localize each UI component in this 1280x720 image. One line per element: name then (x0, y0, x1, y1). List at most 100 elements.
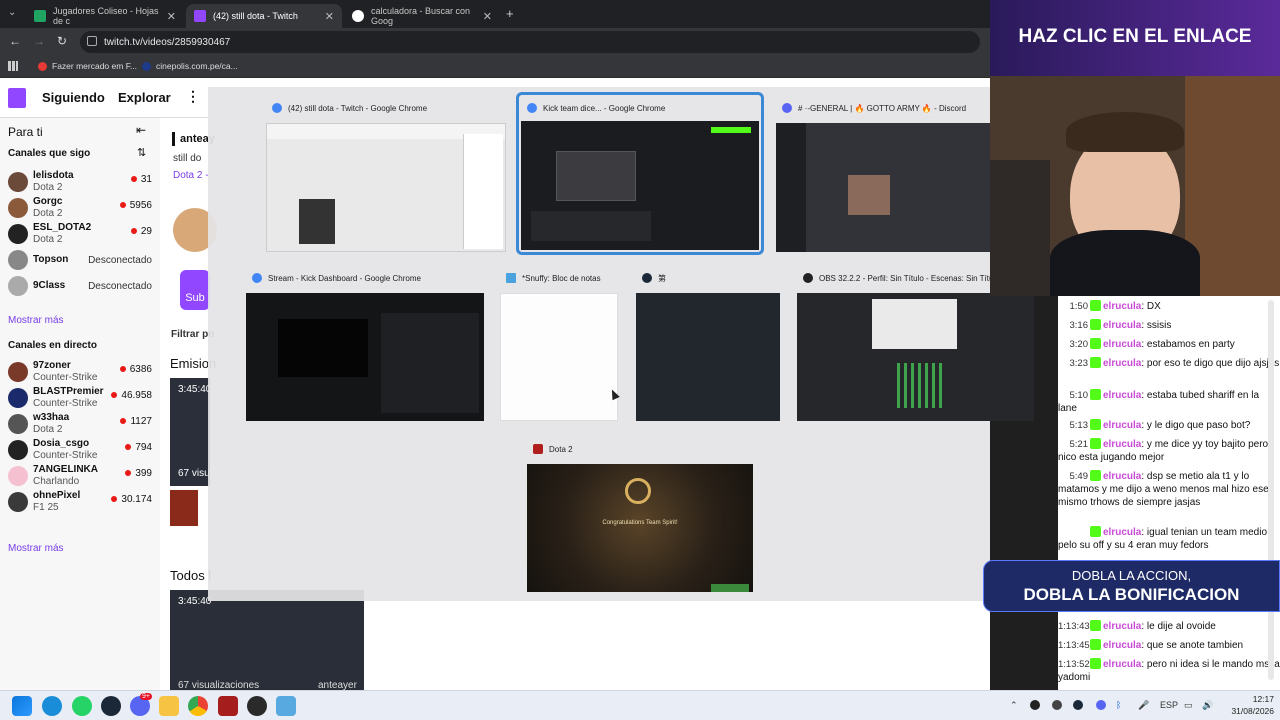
show-more-followed[interactable]: Mostrar más (8, 315, 64, 326)
window-discord[interactable]: # ·-GENERAL | 🔥 GOTTO ARMY 🔥 - Discord (776, 97, 990, 252)
bookmark-mercado[interactable]: Fazer mercado em F... (38, 61, 137, 71)
tray-discord-icon[interactable] (1096, 700, 1106, 710)
chat-timestamp[interactable]: 3:16 (1058, 319, 1090, 332)
microphone-icon[interactable]: 🎤 (1138, 700, 1149, 711)
play-dota-button (711, 584, 749, 592)
chat-timestamp[interactable]: 1:13:45 (1058, 639, 1090, 652)
chat-username[interactable]: elrucula (1103, 471, 1141, 482)
bluetooth-icon[interactable]: ᛒ (1116, 700, 1121, 710)
forward-icon[interactable]: → (33, 34, 45, 48)
sidebar-channel[interactable]: 9Class Desconectado (8, 274, 158, 300)
sidebar-channel[interactable]: Topson Desconectado (8, 248, 158, 274)
nav-browse[interactable]: Explorar (118, 90, 171, 105)
thumb-chat (381, 313, 479, 413)
chat-username[interactable]: elrucula (1103, 358, 1141, 369)
back-icon[interactable]: ← (9, 34, 21, 48)
game-link[interactable]: Dota 2 - (173, 170, 209, 181)
video-thumbnail-small[interactable] (170, 490, 198, 526)
chat-timestamp[interactable]: 1:13:43 (1058, 620, 1090, 633)
clock-time[interactable]: 12:17 (1218, 694, 1274, 704)
chat-username[interactable]: elrucula (1103, 420, 1141, 431)
chat-timestamp[interactable]: 1:50 (1058, 300, 1090, 313)
edge-icon[interactable] (42, 696, 62, 716)
chat-timestamp[interactable]: 1:13:52 (1058, 658, 1090, 671)
sub-badge[interactable]: Sub (180, 270, 210, 310)
window-steam-chat[interactable]: 第 (636, 267, 780, 421)
reload-icon[interactable]: ↻ (57, 34, 67, 48)
network-icon[interactable]: ▭ (1184, 700, 1193, 711)
tab-google[interactable]: calculadora - Buscar con Goog ✕ (344, 4, 500, 28)
apps-grid-icon[interactable] (8, 61, 18, 71)
start-windows-icon[interactable] (12, 696, 32, 716)
chat-username[interactable]: elrucula (1103, 527, 1141, 538)
chat-username[interactable]: elrucula (1103, 320, 1141, 331)
url-input[interactable]: twitch.tv/videos/2859930467 (80, 31, 980, 53)
whatsapp-icon[interactable] (72, 696, 92, 716)
window-notepad[interactable]: *Snuffy: Bloc de notas (500, 267, 618, 421)
notepad-taskbar-icon[interactable] (276, 696, 296, 716)
clock-date[interactable]: 31/08/2026 (1218, 706, 1274, 716)
steam-taskbar-icon[interactable] (101, 696, 121, 716)
sidebar-channel[interactable]: 7ANGELINKA Charlando 399 (8, 464, 158, 490)
steam-icon (642, 273, 652, 283)
chat-text: le dije al ovoide (1146, 621, 1216, 632)
close-icon[interactable]: ✕ (325, 10, 334, 23)
sidebar-channel[interactable]: Dosia_csgo Counter-Strike 794 (8, 438, 158, 464)
chat-scrollbar[interactable] (1268, 300, 1274, 680)
window-kick-dashboard[interactable]: Stream - Kick Dashboard - Google Chrome (246, 267, 484, 421)
chat-username[interactable]: elrucula (1103, 390, 1141, 401)
window-dota2[interactable]: Dota 2 Congratulations Team Spirit! (527, 438, 753, 592)
tray-app-icon[interactable] (1052, 700, 1062, 710)
window-title: 第 (658, 273, 666, 283)
chat-message: 3:20 elrucula: estabamos en party (1058, 338, 1280, 351)
tray-app-icon[interactable] (1030, 700, 1040, 710)
sidebar-channel[interactable]: w33haa Dota 2 1127 (8, 412, 158, 438)
site-info-icon[interactable] (87, 36, 97, 46)
chat-username[interactable]: elrucula (1103, 621, 1141, 632)
sidebar-channel[interactable]: 97zoner Counter-Strike 6386 (8, 360, 158, 386)
bookmark-cinepolis[interactable]: cinepolis.com.pe/ca... (142, 61, 238, 71)
tray-steam-icon[interactable] (1073, 700, 1083, 710)
chat-timestamp[interactable]: 5:13 (1058, 419, 1090, 432)
tab-twitch[interactable]: (42) still dota - Twitch ✕ (186, 4, 342, 28)
dota-taskbar-icon[interactable] (218, 696, 238, 716)
chat-username[interactable]: elrucula (1103, 439, 1141, 450)
sort-icon[interactable]: ⇅ (137, 146, 146, 159)
more-options-icon[interactable]: ⋮ (186, 88, 200, 105)
chat-username[interactable]: elrucula (1103, 659, 1141, 670)
video-thumbnail[interactable]: 3:45:40 67 visu (170, 378, 211, 486)
close-icon[interactable]: ✕ (483, 10, 492, 23)
sidebar-channel[interactable]: Gorgc Dota 2 5956 (8, 196, 158, 222)
chat-username[interactable]: elrucula (1103, 339, 1141, 350)
chat-timestamp[interactable]: 5:49 (1058, 470, 1090, 483)
tab-spreadsheet[interactable]: Jugadores Coliseo - Hojas de c ✕ (26, 4, 184, 28)
file-explorer-icon[interactable] (159, 696, 179, 716)
chat-timestamp[interactable]: 5:10 (1058, 389, 1090, 402)
notepad-icon (506, 273, 516, 283)
sidebar-channel[interactable]: BLASTPremier Counter-Strike 46.958 (8, 386, 158, 412)
collapse-sidebar-icon[interactable]: ⇤ (136, 123, 146, 137)
new-tab-icon[interactable]: + (506, 6, 514, 21)
chat-username[interactable]: elrucula (1103, 640, 1141, 651)
nav-following[interactable]: Siguiendo (42, 90, 105, 105)
chat-timestamp[interactable]: 3:23 (1058, 357, 1090, 370)
obs-taskbar-icon[interactable] (247, 696, 267, 716)
video-thumbnail-all[interactable]: 3:45:40 67 visualizaciones anteayer (170, 590, 364, 691)
chrome-taskbar-icon[interactable] (188, 696, 208, 716)
tray-overflow-icon[interactable]: ⌃ (1010, 700, 1018, 711)
chat-text: por eso te digo que dijo ajsjas (1146, 358, 1280, 369)
chat-timestamp[interactable]: 3:20 (1058, 338, 1090, 351)
window-twitch[interactable]: (42) still dota - Twitch - Google Chrome (266, 97, 506, 252)
volume-icon[interactable]: 🔊 (1202, 700, 1213, 711)
sidebar-channel[interactable]: lelisdota Dota 2 31 (8, 170, 158, 196)
chat-timestamp[interactable]: 5:21 (1058, 438, 1090, 451)
window-kick-selected[interactable]: Kick team dice... - Google Chrome (516, 92, 764, 255)
language-indicator[interactable]: ESP (1160, 700, 1178, 710)
sidebar-channel[interactable]: ESL_DOTA2 Dota 2 29 (8, 222, 158, 248)
close-icon[interactable]: ✕ (167, 10, 176, 23)
chat-username[interactable]: elrucula (1103, 301, 1141, 312)
twitch-logo-icon[interactable] (8, 88, 26, 108)
sidebar-channel[interactable]: ohnePixel F1 25 30.174 (8, 490, 158, 516)
tab-list-chevron-icon[interactable]: ⌄ (8, 7, 16, 18)
show-more-live[interactable]: Mostrar más (8, 543, 64, 554)
